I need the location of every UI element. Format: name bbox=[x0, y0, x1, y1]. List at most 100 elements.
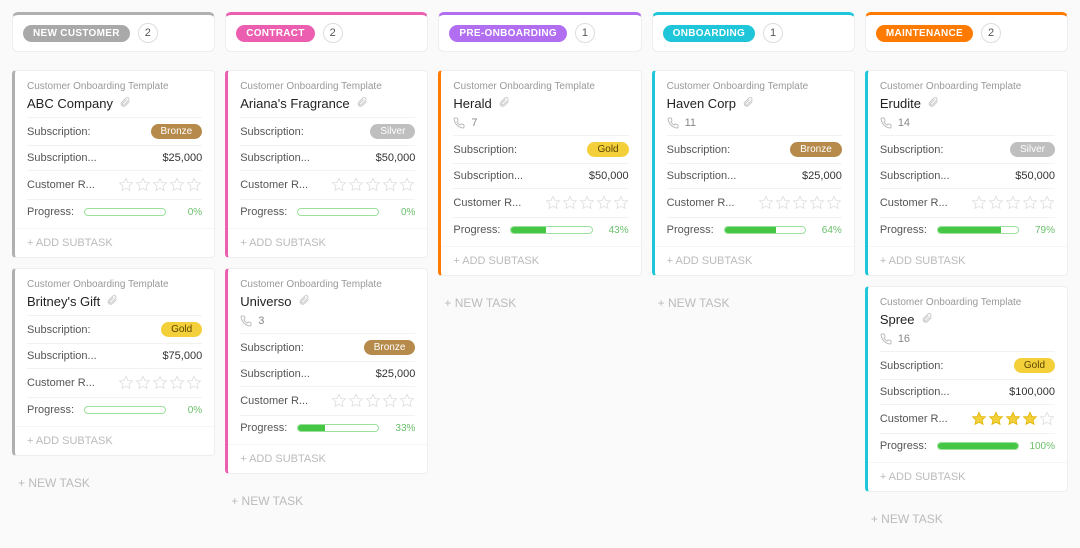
add-subtask-button[interactable]: + ADD SUBTASK bbox=[868, 246, 1067, 275]
star-icon[interactable] bbox=[331, 177, 347, 193]
star-icon[interactable] bbox=[988, 195, 1004, 211]
star-icon[interactable] bbox=[399, 393, 415, 409]
star-icon[interactable] bbox=[579, 195, 595, 211]
add-subtask-button[interactable]: + ADD SUBTASK bbox=[15, 228, 214, 257]
task-card[interactable]: Customer Onboarding Template ABC Company… bbox=[12, 70, 215, 258]
task-card[interactable]: Customer Onboarding Template Spree 16 Su… bbox=[865, 286, 1068, 492]
tier-badge[interactable]: Silver bbox=[370, 124, 415, 139]
star-icon[interactable] bbox=[596, 195, 612, 211]
progress-bar[interactable] bbox=[937, 442, 1019, 450]
tier-badge[interactable]: Gold bbox=[1014, 358, 1055, 373]
task-card[interactable]: Customer Onboarding Template Ariana's Fr… bbox=[225, 70, 428, 258]
star-icon[interactable] bbox=[365, 177, 381, 193]
attachment-icon[interactable] bbox=[498, 96, 510, 111]
attachment-icon[interactable] bbox=[298, 294, 310, 309]
tier-badge[interactable]: Bronze bbox=[151, 124, 203, 139]
new-task-button[interactable]: + NEW TASK bbox=[865, 502, 1068, 536]
star-icon[interactable] bbox=[382, 393, 398, 409]
star-icon[interactable] bbox=[152, 177, 168, 193]
task-card[interactable]: Customer Onboarding Template Erudite 14 … bbox=[865, 70, 1068, 276]
column-header[interactable]: CONTRACT 2 bbox=[225, 12, 428, 52]
attachment-icon[interactable] bbox=[927, 96, 939, 111]
column-header[interactable]: PRE-ONBOARDING 1 bbox=[438, 12, 641, 52]
star-icon[interactable] bbox=[365, 393, 381, 409]
star-rating[interactable] bbox=[118, 177, 202, 193]
add-subtask-button[interactable]: + ADD SUBTASK bbox=[228, 228, 427, 257]
tier-badge[interactable]: Gold bbox=[161, 322, 202, 337]
star-rating[interactable] bbox=[331, 393, 415, 409]
card-title[interactable]: Britney's Gift bbox=[27, 294, 100, 309]
progress-bar[interactable] bbox=[84, 406, 166, 414]
new-task-button[interactable]: + NEW TASK bbox=[12, 466, 215, 500]
card-title[interactable]: Erudite bbox=[880, 96, 921, 111]
star-icon[interactable] bbox=[169, 177, 185, 193]
progress-bar[interactable] bbox=[297, 424, 379, 432]
add-subtask-button[interactable]: + ADD SUBTASK bbox=[15, 426, 214, 455]
attachment-icon[interactable] bbox=[119, 96, 131, 111]
column-header[interactable]: MAINTENANCE 2 bbox=[865, 12, 1068, 52]
star-icon[interactable] bbox=[758, 195, 774, 211]
tier-badge[interactable]: Bronze bbox=[364, 340, 416, 355]
star-icon[interactable] bbox=[1022, 411, 1038, 427]
star-icon[interactable] bbox=[792, 195, 808, 211]
star-icon[interactable] bbox=[545, 195, 561, 211]
attachment-icon[interactable] bbox=[106, 294, 118, 309]
star-icon[interactable] bbox=[971, 411, 987, 427]
star-icon[interactable] bbox=[1039, 411, 1055, 427]
column-status-pill[interactable]: NEW CUSTOMER bbox=[23, 25, 130, 42]
star-icon[interactable] bbox=[331, 393, 347, 409]
add-subtask-button[interactable]: + ADD SUBTASK bbox=[655, 246, 854, 275]
tier-badge[interactable]: Gold bbox=[587, 142, 628, 157]
star-icon[interactable] bbox=[826, 195, 842, 211]
task-card[interactable]: Customer Onboarding Template Britney's G… bbox=[12, 268, 215, 456]
column-header[interactable]: NEW CUSTOMER 2 bbox=[12, 12, 215, 52]
star-icon[interactable] bbox=[809, 195, 825, 211]
progress-bar[interactable] bbox=[937, 226, 1019, 234]
card-title[interactable]: Haven Corp bbox=[667, 96, 736, 111]
progress-bar[interactable] bbox=[724, 226, 806, 234]
star-rating[interactable] bbox=[971, 195, 1055, 211]
star-icon[interactable] bbox=[186, 177, 202, 193]
card-title[interactable]: Herald bbox=[453, 96, 491, 111]
star-icon[interactable] bbox=[988, 411, 1004, 427]
star-icon[interactable] bbox=[1022, 195, 1038, 211]
star-icon[interactable] bbox=[186, 375, 202, 391]
star-icon[interactable] bbox=[348, 177, 364, 193]
task-card[interactable]: Customer Onboarding Template Universo 3 … bbox=[225, 268, 428, 474]
star-icon[interactable] bbox=[135, 375, 151, 391]
star-rating[interactable] bbox=[118, 375, 202, 391]
progress-bar[interactable] bbox=[84, 208, 166, 216]
star-icon[interactable] bbox=[169, 375, 185, 391]
tier-badge[interactable]: Bronze bbox=[790, 142, 842, 157]
card-title[interactable]: ABC Company bbox=[27, 96, 113, 111]
star-icon[interactable] bbox=[118, 177, 134, 193]
column-header[interactable]: ONBOARDING 1 bbox=[652, 12, 855, 52]
star-icon[interactable] bbox=[775, 195, 791, 211]
card-title[interactable]: Ariana's Fragrance bbox=[240, 96, 349, 111]
progress-bar[interactable] bbox=[297, 208, 379, 216]
column-status-pill[interactable]: ONBOARDING bbox=[663, 25, 755, 42]
star-icon[interactable] bbox=[1039, 195, 1055, 211]
add-subtask-button[interactable]: + ADD SUBTASK bbox=[228, 444, 427, 473]
star-icon[interactable] bbox=[399, 177, 415, 193]
star-rating[interactable] bbox=[331, 177, 415, 193]
star-icon[interactable] bbox=[1005, 411, 1021, 427]
star-rating[interactable] bbox=[545, 195, 629, 211]
tier-badge[interactable]: Silver bbox=[1010, 142, 1055, 157]
attachment-icon[interactable] bbox=[921, 312, 933, 327]
new-task-button[interactable]: + NEW TASK bbox=[438, 286, 641, 320]
task-card[interactable]: Customer Onboarding Template Haven Corp … bbox=[652, 70, 855, 276]
star-icon[interactable] bbox=[613, 195, 629, 211]
new-task-button[interactable]: + NEW TASK bbox=[225, 484, 428, 518]
add-subtask-button[interactable]: + ADD SUBTASK bbox=[441, 246, 640, 275]
attachment-icon[interactable] bbox=[356, 96, 368, 111]
star-icon[interactable] bbox=[971, 195, 987, 211]
column-status-pill[interactable]: PRE-ONBOARDING bbox=[449, 25, 567, 42]
card-title[interactable]: Universo bbox=[240, 294, 291, 309]
star-icon[interactable] bbox=[1005, 195, 1021, 211]
star-icon[interactable] bbox=[382, 177, 398, 193]
star-rating[interactable] bbox=[758, 195, 842, 211]
attachment-icon[interactable] bbox=[742, 96, 754, 111]
task-card[interactable]: Customer Onboarding Template Herald 7 Su… bbox=[438, 70, 641, 276]
star-icon[interactable] bbox=[135, 177, 151, 193]
